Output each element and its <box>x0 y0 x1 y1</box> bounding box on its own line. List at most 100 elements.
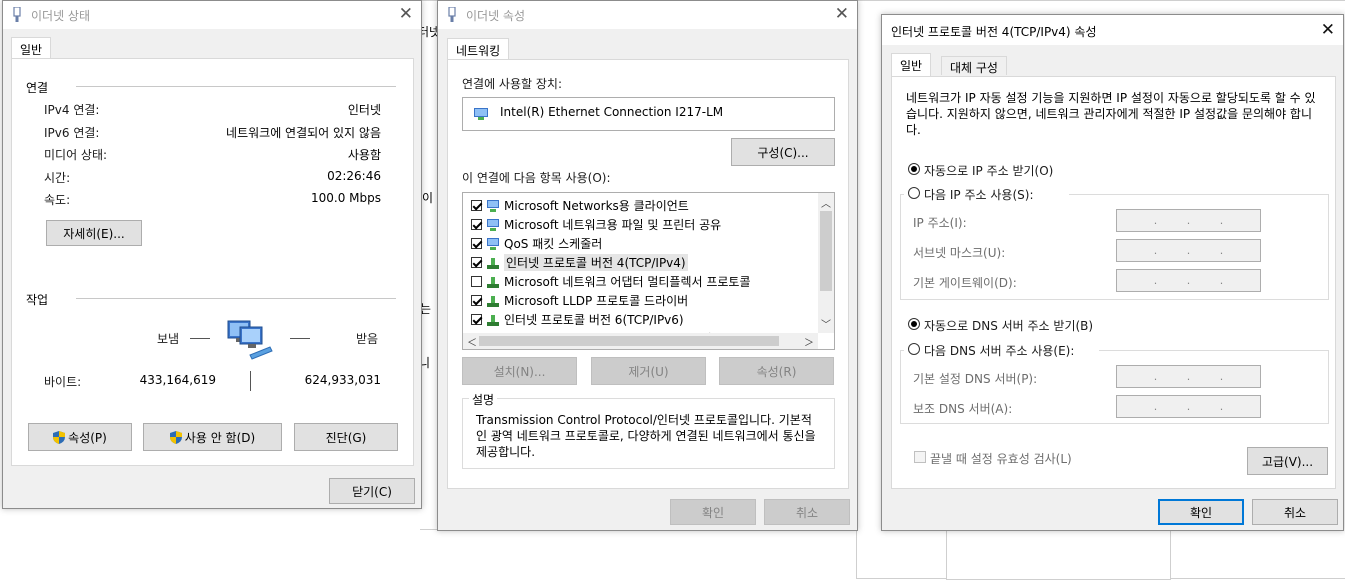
manual-ip-radio[interactable] <box>908 187 920 199</box>
scroll-right-icon[interactable]: ＞ <box>804 334 814 349</box>
alternate-dns-label: 보조 DNS 서버(A): <box>913 402 1013 416</box>
ipv4-properties-window: 인터넷 프로토콜 버전 4(TCP/IPv4) 속성 ✕ 일반 대체 구성 네트… <box>881 14 1344 531</box>
item-checkbox[interactable] <box>471 257 482 268</box>
close-icon[interactable]: ✕ <box>1321 20 1335 40</box>
client-icon <box>487 218 499 231</box>
protocol-icon <box>487 257 499 269</box>
manual-ip-label[interactable]: 다음 IP 주소 사용(S): <box>924 186 1033 203</box>
disable-button-label: 사용 안 함(D) <box>184 430 256 445</box>
tab-general[interactable]: 일반 <box>11 37 52 59</box>
properties-button[interactable]: 속성(P) <box>28 423 132 451</box>
tab-networking[interactable]: 네트워킹 <box>447 38 510 60</box>
item-label: Microsoft 네트워크 어댑터 멀티플렉서 프로토콜 <box>504 275 751 289</box>
scroll-down-icon[interactable]: ﹀ <box>821 316 831 331</box>
subnet-mask-field[interactable]: ... <box>1116 239 1261 262</box>
scroll-left-icon[interactable]: ＜ <box>467 334 477 349</box>
close-icon[interactable]: ✕ <box>399 4 413 24</box>
list-item[interactable]: 인터넷 프로토콜 버전 6(TCP/IPv6) <box>463 310 684 329</box>
scroll-thumb[interactable] <box>820 211 832 291</box>
uac-shield-icon <box>53 430 66 444</box>
duration-value: 02:26:46 <box>327 169 381 183</box>
list-item[interactable]: Microsoft 네트워크 어댑터 멀티플렉서 프로토콜 <box>463 272 751 291</box>
manual-dns-label[interactable]: 다음 DNS 서버 주소 사용(E): <box>924 342 1074 359</box>
item-properties-button[interactable]: 속성(R) <box>719 357 834 385</box>
title-bar: 인터넷 프로토콜 버전 4(TCP/IPv4) 속성 ✕ <box>882 15 1343 45</box>
default-gateway-label: 기본 게이트웨이(D): <box>913 276 1017 290</box>
ok-button[interactable]: 확인 <box>670 499 756 525</box>
adapter-box: Intel(R) Ethernet Connection I217-LM <box>462 97 835 131</box>
uninstall-button[interactable]: 제거(U) <box>591 357 706 385</box>
bytes-label: 바이트: <box>44 375 82 389</box>
tab-general[interactable]: 일반 <box>891 53 932 77</box>
list-item[interactable]: 인터넷 프로토콜 버전 4(TCP/IPv4) <box>463 253 688 272</box>
item-checkbox[interactable] <box>471 238 482 249</box>
window-title: 인터넷 프로토콜 버전 4(TCP/IPv4) 속성 <box>891 25 1097 39</box>
alternate-dns-field[interactable]: ... <box>1116 395 1261 418</box>
network-computers-icon <box>227 320 273 360</box>
cancel-button[interactable]: 취소 <box>764 499 850 525</box>
items-label: 이 연결에 다음 항목 사용(O): <box>462 171 611 185</box>
ethernet-cable-icon <box>448 7 456 22</box>
item-checkbox[interactable] <box>471 295 482 306</box>
close-icon[interactable]: ✕ <box>835 4 849 24</box>
bytes-received-value: 624,933,031 <box>304 373 381 387</box>
install-button[interactable]: 설치(N)... <box>462 357 577 385</box>
ethernet-cable-icon <box>13 7 21 22</box>
divider <box>76 86 396 87</box>
cancel-button[interactable]: 취소 <box>1252 499 1338 525</box>
validate-checkbox[interactable] <box>914 451 926 463</box>
item-checkbox[interactable] <box>471 276 482 287</box>
auto-dns-radio[interactable] <box>908 318 920 330</box>
item-checkbox[interactable] <box>471 200 482 211</box>
vertical-scrollbar[interactable]: ︿ ﹀ <box>818 193 834 333</box>
bytes-sent-value: 433,164,619 <box>139 373 216 387</box>
sent-line <box>190 338 210 339</box>
details-button[interactable]: 자세히(E)... <box>46 220 142 246</box>
list-item[interactable]: Microsoft LLDP 프로토콜 드라이버 <box>463 291 688 310</box>
connect-using-label: 연결에 사용할 장치: <box>462 77 562 91</box>
ok-button[interactable]: 확인 <box>1158 499 1244 525</box>
title-bar: 이더넷 상태 ✕ <box>3 1 421 29</box>
client-icon <box>487 237 499 250</box>
ip-address-field[interactable]: ... <box>1116 209 1261 232</box>
list-item[interactable]: Microsoft Networks용 클라이언트 <box>463 196 689 215</box>
speed-value: 100.0 Mbps <box>310 191 381 205</box>
duration-label: 시간: <box>44 171 71 185</box>
item-label: Microsoft 네트워크용 파일 및 프린터 공유 <box>504 218 722 232</box>
list-item[interactable]: Microsoft 네트워크용 파일 및 프린터 공유 <box>463 215 721 234</box>
scroll-up-icon[interactable]: ︿ <box>821 195 831 210</box>
item-checkbox[interactable] <box>471 314 482 325</box>
auto-dns-label[interactable]: 자동으로 DNS 서버 주소 받기(B) <box>924 317 1093 334</box>
auto-ip-label[interactable]: 자동으로 IP 주소 받기(O) <box>924 162 1053 179</box>
window-title: 이더넷 상태 <box>31 9 91 23</box>
divider <box>76 298 396 299</box>
configure-button[interactable]: 구성(C)... <box>731 138 835 166</box>
advanced-button[interactable]: 고급(V)... <box>1247 447 1328 475</box>
disable-button[interactable]: 사용 안 함(D) <box>143 423 282 451</box>
items-list[interactable]: Microsoft Networks용 클라이언트 Microsoft 네트워크용… <box>462 192 835 350</box>
horizontal-scrollbar[interactable]: ＜ ＞ <box>463 333 818 349</box>
general-tab-panel: 연결 IPv4 연결: 인터넷 IPv6 연결: 네트워크에 연결되어 있지 않… <box>11 58 414 466</box>
close-button[interactable]: 닫기(C) <box>329 478 415 504</box>
ipv6-connectivity-value: 네트워크에 연결되어 있지 않음 <box>226 126 381 140</box>
hscroll-thumb[interactable] <box>479 336 779 346</box>
ip-address-label: IP 주소(I): <box>913 216 967 230</box>
description-text: Transmission Control Protocol/인터넷 프로토콜입니… <box>476 413 816 459</box>
diagnose-button[interactable]: 진단(G) <box>294 423 398 451</box>
preferred-dns-label: 기본 설정 DNS 서버(P): <box>913 372 1038 386</box>
properties-button-label: 속성(P) <box>68 430 107 445</box>
window-title: 이더넷 속성 <box>466 9 526 23</box>
item-label: Microsoft Networks용 클라이언트 <box>504 199 689 213</box>
preferred-dns-field[interactable]: ... <box>1116 365 1261 388</box>
validate-label[interactable]: 끝낼 때 설정 유효성 검사(L) <box>930 450 1072 467</box>
received-label: 받음 <box>356 332 379 346</box>
subnet-mask-label: 서브넷 마스크(U): <box>913 246 1006 260</box>
general-tab-panel: 네트워크가 IP 자동 설정 기능을 지원하면 IP 설정이 자동으로 할당되도… <box>891 76 1336 489</box>
list-item[interactable]: QoS 패킷 스케줄러 <box>463 234 602 253</box>
media-state-label: 미디어 상태: <box>44 148 108 162</box>
item-checkbox[interactable] <box>471 219 482 230</box>
manual-dns-radio[interactable] <box>908 343 920 355</box>
tab-alternate-configuration[interactable]: 대체 구성 <box>941 56 1007 75</box>
default-gateway-field[interactable]: ... <box>1116 269 1261 292</box>
auto-ip-radio[interactable] <box>908 163 920 175</box>
